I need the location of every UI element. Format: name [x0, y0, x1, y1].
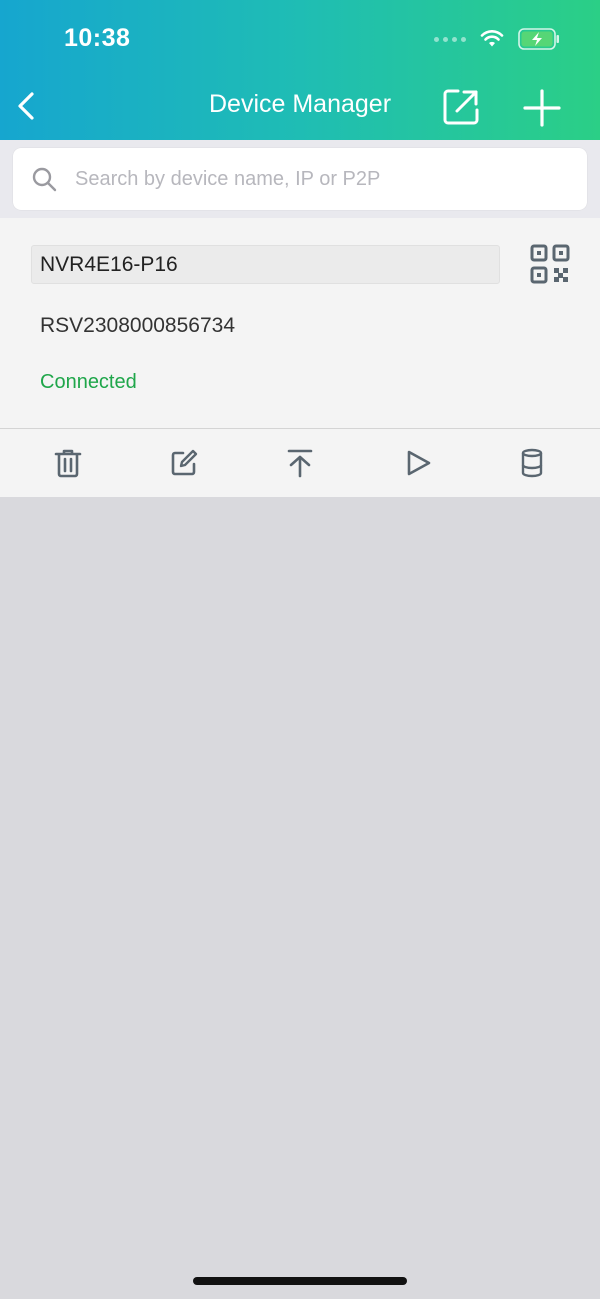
- qr-code-icon: [530, 244, 570, 284]
- upload-icon: [287, 449, 313, 478]
- trash-icon: [54, 449, 82, 478]
- device-card[interactable]: NVR4E16-P16 RSV2308000856734 Connected: [0, 218, 600, 428]
- edit-icon: [171, 449, 198, 476]
- device-serial: RSV2308000856734: [40, 314, 236, 337]
- plus-icon: [523, 89, 561, 127]
- device-name-field[interactable]: NVR4E16-P16: [31, 245, 500, 284]
- battery-charging-icon: [518, 28, 559, 50]
- connection-status: Connected: [40, 371, 137, 393]
- play-icon: [407, 450, 431, 476]
- status-indicators: [434, 28, 560, 50]
- delete-button[interactable]: [52, 447, 84, 479]
- search-input[interactable]: [75, 167, 555, 191]
- storage-button[interactable]: [516, 447, 548, 479]
- upgrade-button[interactable]: [284, 447, 316, 479]
- edit-button[interactable]: [168, 447, 200, 479]
- live-view-button[interactable]: [402, 447, 434, 479]
- qr-code-button[interactable]: [530, 244, 570, 284]
- search-bar: [0, 140, 600, 218]
- cellular-signal-icon: [434, 36, 466, 42]
- status-time: 10:38: [64, 24, 131, 52]
- add-device-button[interactable]: [522, 88, 562, 128]
- share-button[interactable]: [442, 88, 480, 126]
- page-title: Device Manager: [208, 90, 392, 118]
- search-field[interactable]: [13, 148, 587, 210]
- home-indicator[interactable]: [193, 1277, 407, 1285]
- share-icon: [443, 89, 479, 125]
- wifi-icon: [480, 30, 504, 47]
- search-icon: [32, 167, 57, 192]
- storage-icon: [521, 448, 543, 478]
- device-action-bar: [0, 429, 600, 497]
- app-header: 10:38 Device Manager: [0, 0, 600, 140]
